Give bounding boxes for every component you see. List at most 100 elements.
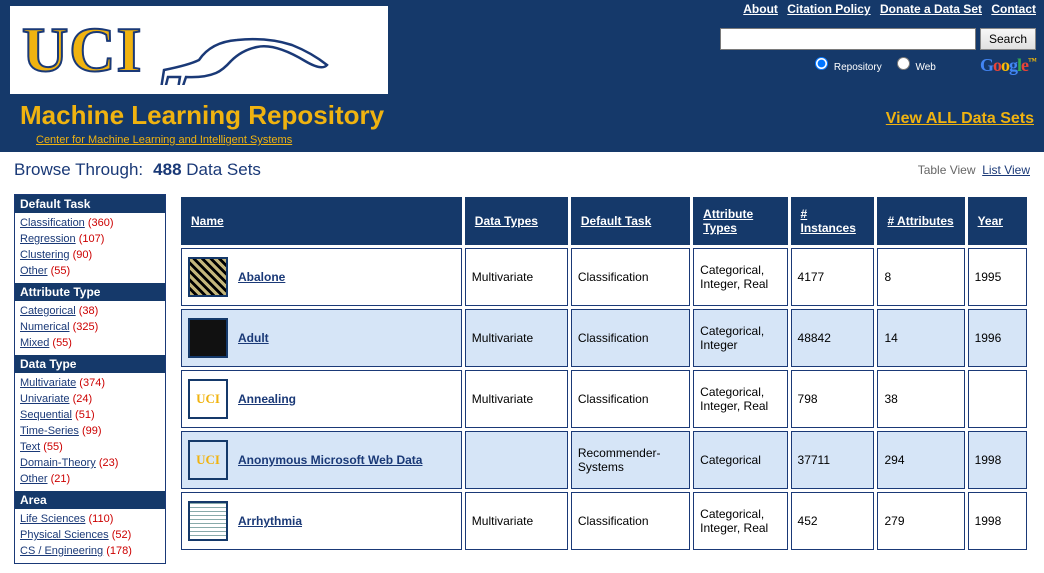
cell-attribute-types: Categorical, Integer [693,309,787,367]
browse-label: Browse Through: [14,160,143,180]
filter-link[interactable]: Domain-Theory [20,457,96,469]
search-area: Search Repository Web Google™ [720,28,1036,76]
cell-year: 1996 [968,309,1027,367]
cell-attributes: 38 [877,370,964,428]
filter-count: (178) [103,545,132,557]
col-default-task[interactable]: Default Task [571,197,690,245]
cell-instances: 4177 [791,248,875,306]
table-row: Adult MultivariateClassificationCategoric… [181,309,1027,367]
cell-attributes: 294 [877,431,964,489]
list-view-link[interactable]: List View [982,163,1030,177]
cell-year: 1998 [968,492,1027,550]
filter-count: (23) [96,457,119,469]
anteater-icon [154,15,334,85]
cell-attributes: 279 [877,492,964,550]
dataset-thumb[interactable]: UCI [188,379,228,419]
cell-attributes: 8 [877,248,964,306]
filter-count: (55) [40,441,63,453]
cell-instances: 37711 [791,431,875,489]
logo[interactable]: UCI [10,6,388,94]
cell-year: 1998 [968,431,1027,489]
filter-section: Classification (360)Regression (107)Clus… [15,213,165,283]
col-data-types[interactable]: Data Types [465,197,568,245]
filter-link[interactable]: Time-Series [20,425,79,437]
dataset-link[interactable]: Adult [238,331,269,345]
filter-link[interactable]: Regression [20,233,76,245]
col-attributes[interactable]: # Attributes [877,197,964,245]
dataset-link[interactable]: Annealing [238,392,296,406]
filter-section-header: Data Type [15,355,165,373]
filter-link[interactable]: Physical Sciences [20,529,109,541]
dataset-table-area: Name Data Types Default Task Attribute T… [178,194,1030,553]
cell-instances: 452 [791,492,875,550]
filter-link[interactable]: Mixed [20,337,49,349]
filter-link[interactable]: Numerical [20,321,70,333]
table-row: UCI Anonymous Microsoft Web Data Recommend… [181,431,1027,489]
cell-attribute-types: Categorical, Integer, Real [693,492,787,550]
center-link[interactable]: Center for Machine Learning and Intellig… [36,134,292,146]
radio-web[interactable]: Web [892,54,936,73]
col-year[interactable]: Year [968,197,1027,245]
col-instances[interactable]: # Instances [791,197,875,245]
filter-count: (38) [76,305,99,317]
cell-default-task: Classification [571,248,690,306]
col-attribute-types[interactable]: Attribute Types [693,197,787,245]
nav-donate[interactable]: Donate a Data Set [880,2,982,16]
dataset-thumb[interactable] [188,318,228,358]
cell-default-task: Recommender-Systems [571,431,690,489]
filter-section: Categorical (38) Numerical (325) Mixed (55… [15,301,165,355]
filter-count: (51) [72,409,95,421]
cell-instances: 48842 [791,309,875,367]
table-row: UCI Annealing MultivariateClassificationCa… [181,370,1027,428]
filter-link[interactable]: Univariate [20,393,70,405]
nav-contact[interactable]: Contact [991,2,1036,16]
search-button[interactable]: Search [980,28,1036,50]
filter-link[interactable]: Classification [20,217,85,229]
filter-count: (24) [70,393,93,405]
dataset-thumb[interactable] [188,501,228,541]
table-view-label: Table View [918,163,976,177]
filter-count: (55) [49,337,72,349]
cell-data-types: Multivariate [465,309,568,367]
header-banner: UCI About Citation Policy Donate a Data … [0,0,1044,152]
filter-link[interactable]: Other [20,265,48,277]
filter-link[interactable]: Multivariate [20,377,76,389]
filter-count: (325) [70,321,99,333]
cell-year [968,370,1027,428]
view-all-link[interactable]: View ALL Data Sets [886,110,1034,128]
filter-section: Multivariate (374) Univariate (24) Sequent… [15,373,165,491]
filter-link[interactable]: Categorical [20,305,76,317]
filter-link[interactable]: Sequential [20,409,72,421]
filter-count: (52) [109,529,132,541]
filter-link[interactable]: Text [20,441,40,453]
cell-attribute-types: Categorical, Integer, Real [693,248,787,306]
filter-link[interactable]: Clustering [20,249,70,261]
cell-data-types: Multivariate [465,370,568,428]
nav-about[interactable]: About [743,2,778,16]
filter-count: (374) [76,377,105,389]
filter-count: (360) [85,217,114,229]
filter-count: (90) [70,249,93,261]
filter-link[interactable]: CS / Engineering [20,545,103,557]
search-input[interactable] [720,28,976,50]
dataset-count: 488 [153,160,181,179]
dataset-thumb[interactable] [188,257,228,297]
page-title: Machine Learning Repository [20,100,384,131]
filter-link[interactable]: Other [20,473,48,485]
dataset-link[interactable]: Anonymous Microsoft Web Data [238,453,422,467]
filter-section: Life Sciences (110)Physical Sciences (52… [15,509,165,563]
cell-attribute-types: Categorical, Integer, Real [693,370,787,428]
radio-repository[interactable]: Repository [810,54,882,73]
cell-default-task: Classification [571,309,690,367]
header-nav: About Citation Policy Donate a Data Set … [737,2,1036,16]
filter-count: (55) [48,265,71,277]
dataset-thumb[interactable]: UCI [188,440,228,480]
nav-citation[interactable]: Citation Policy [787,2,870,16]
dataset-link[interactable]: Arrhythmia [238,514,302,528]
dataset-link[interactable]: Abalone [238,270,285,284]
cell-attributes: 14 [877,309,964,367]
col-name[interactable]: Name [181,197,462,245]
filter-link[interactable]: Life Sciences [20,513,85,525]
cell-default-task: Classification [571,370,690,428]
cell-data-types: Multivariate [465,248,568,306]
